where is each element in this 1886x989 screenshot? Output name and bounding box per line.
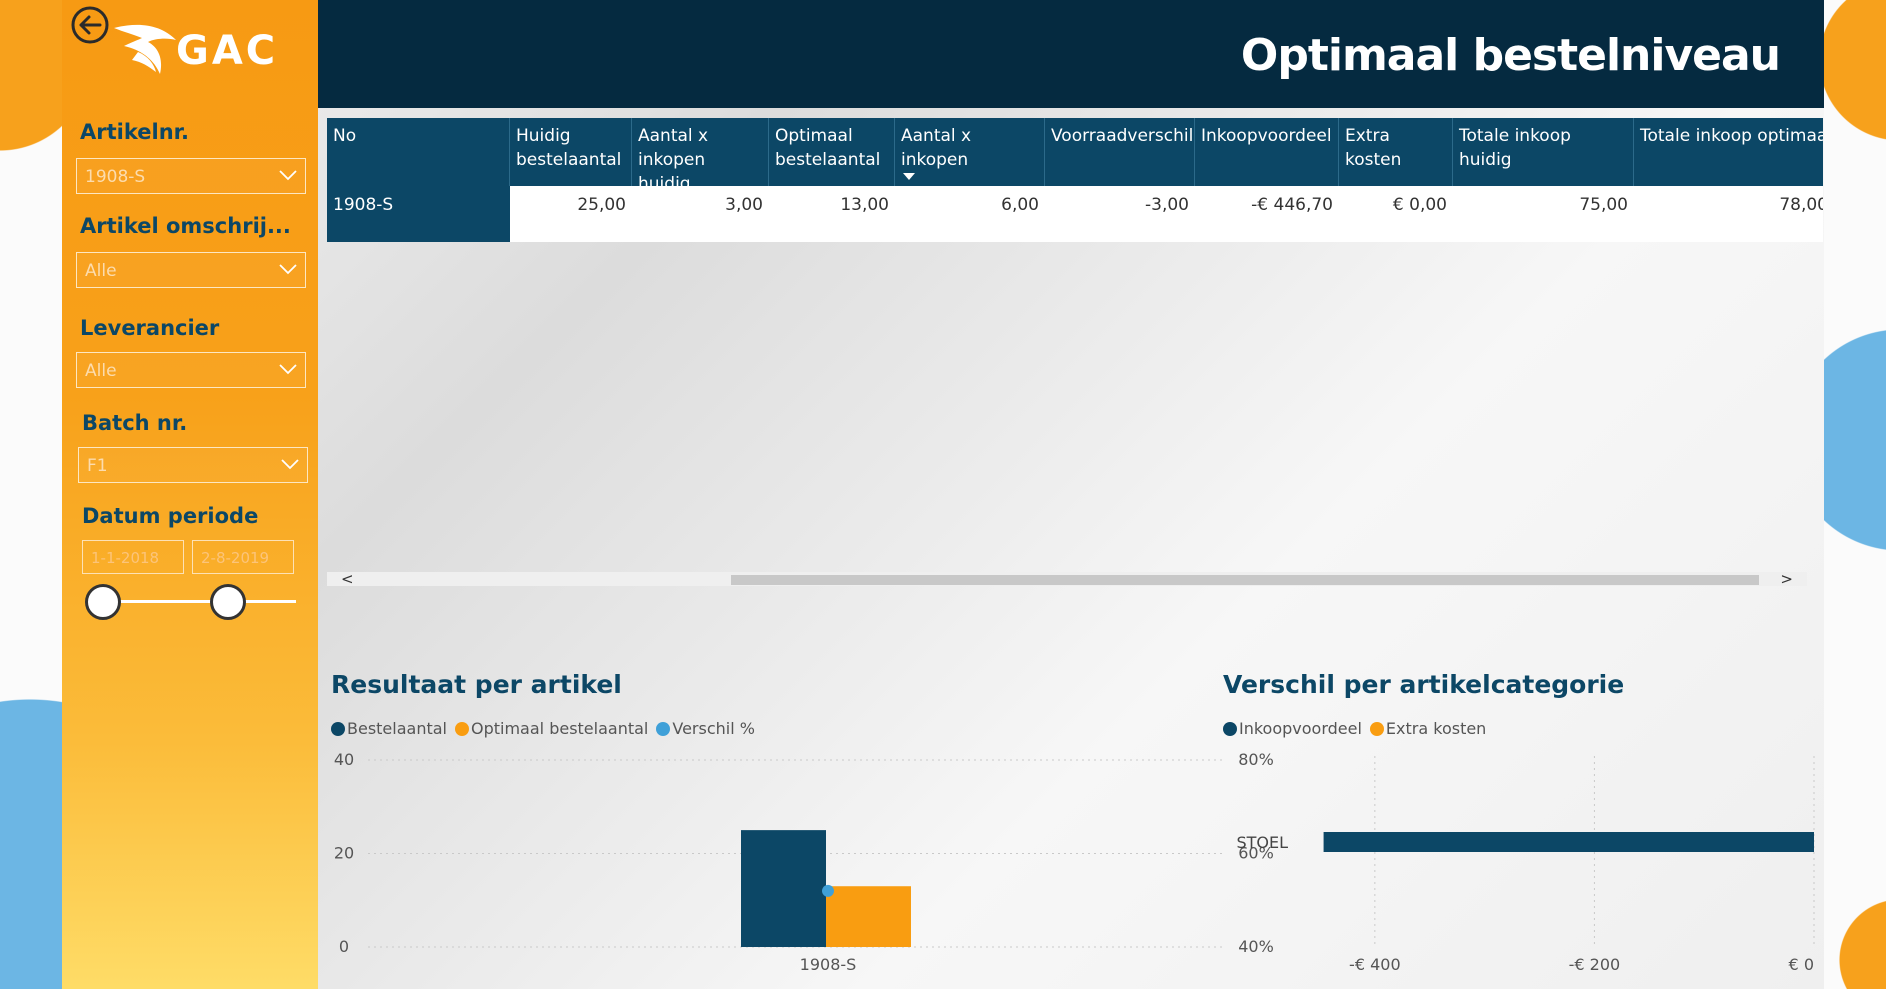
start-date-value: 1-1-2018	[91, 549, 160, 567]
cell-totale-inkoop-huidig: 75,00	[1579, 195, 1628, 215]
cell-inkoopvoordeel: -€ 446,70	[1251, 195, 1333, 215]
leverancier-dropdown-value: Alle	[85, 361, 117, 381]
leverancier-dropdown[interactable]: Alle	[76, 352, 306, 388]
filter-label-batch-nr: Batch nr.	[82, 411, 188, 435]
chart-legend-resultaat: Bestelaantal Optimaal bestelaantal Verschi…	[331, 719, 763, 738]
scrollbar-thumb[interactable]	[731, 575, 1759, 585]
column-header-huidig-bestelaantal[interactable]: Huidig bestelaantal	[510, 118, 632, 186]
chevron-down-icon	[279, 170, 297, 181]
date-range-end-handle[interactable]	[210, 584, 246, 620]
artikelnr-dropdown-value: 1908-S	[85, 167, 146, 187]
report-canvas: GAC Artikelnr. 1908-S Artikel omschrij..…	[62, 0, 1824, 989]
column-header-totale-inkoop-optimaal[interactable]: Totale inkoop optimaal	[1634, 118, 1823, 186]
point-verschil-pct	[822, 884, 834, 897]
start-date-input[interactable]: 1-1-2018	[82, 540, 184, 574]
cell-aantal-inkopen-huidig: 3,00	[725, 195, 763, 215]
y-tick-label: 0	[339, 937, 349, 956]
scroll-right-arrow[interactable]: >	[1780, 570, 1793, 588]
gac-logo-text: GAC	[176, 28, 279, 74]
legend-label-verschil-pct: Verschil %	[672, 719, 755, 738]
cell-optimaal-bestelaantal: 13,00	[840, 195, 889, 215]
y-tick-label: 40	[334, 750, 354, 769]
chevron-down-icon	[279, 364, 297, 375]
column-header-no[interactable]: No	[327, 118, 510, 186]
filter-label-artikelnr: Artikelnr.	[80, 120, 189, 144]
filter-label-artikel-omschrijving: Artikel omschrij...	[80, 214, 291, 238]
end-date-value: 2-8-2019	[201, 549, 270, 567]
legend-dot-icon	[1369, 722, 1384, 736]
chevron-down-icon	[281, 459, 299, 470]
legend-item-bestelaantal[interactable]: Bestelaantal	[331, 719, 447, 738]
legend-dot-icon	[1223, 722, 1237, 736]
resultaat-per-artikel-chart: 40 80%20 60%0 40%1908-S	[334, 750, 1274, 974]
verschil-per-artikelcategorie-chart: -€ 400 -€ 200 € 0 STOEL	[1236, 756, 1815, 974]
scroll-left-arrow[interactable]: <	[341, 570, 354, 588]
x-tick-label: € 0	[1789, 955, 1814, 974]
chart-title-verschil-per-artikelcategorie: Verschil per artikelcategorie	[1223, 670, 1625, 699]
legend-label-optimaal-bestelaantal: Optimaal bestelaantal	[471, 719, 649, 738]
cell-huidig-bestelaantal: 25,00	[577, 195, 626, 215]
column-header-aantal-inkopen[interactable]: Aantal x inkopen	[895, 118, 1045, 186]
legend-dot-icon	[455, 722, 469, 736]
cell-totale-inkoop-optimaal: 78,00	[1779, 195, 1823, 215]
batch-nr-dropdown[interactable]: F1	[78, 447, 308, 483]
y-tick-label: STOEL	[1236, 833, 1288, 852]
column-header-extra-kosten[interactable]: Extra kosten	[1339, 118, 1453, 186]
column-header-optimaal-bestelaantal[interactable]: Optimaal bestelaantal	[769, 118, 895, 186]
column-header-totale-inkoop-huidig[interactable]: Totale inkoop huidig	[1453, 118, 1634, 186]
legend-label-bestelaantal: Bestelaantal	[347, 719, 447, 738]
x-tick-label: 1908-S	[800, 955, 857, 974]
legend-item-optimaal-bestelaantal[interactable]: Optimaal bestelaantal	[455, 719, 648, 738]
page-title: Optimaal bestelniveau	[1240, 30, 1781, 81]
table-row[interactable]: 1908-S 25,00 3,00 13,00 6,00 -3,00 -€ 44…	[327, 186, 1823, 242]
column-header-inkoopvoordeel[interactable]: Inkoopvoordeel	[1195, 118, 1339, 186]
chevron-down-icon	[279, 264, 297, 275]
legend-item-verschil-pct[interactable]: Verschil %	[656, 719, 755, 738]
artikel-omschrijving-dropdown-value: Alle	[85, 261, 117, 281]
cell-no: 1908-S	[327, 186, 510, 242]
order-level-table: No Huidig bestelaantal Aantal x inkopen …	[327, 118, 1823, 242]
column-header-aantal-inkopen-huidig[interactable]: Aantal x inkopen huidig	[632, 118, 769, 194]
bar-inkoopvoordeel	[1323, 832, 1814, 852]
artikelnr-dropdown[interactable]: 1908-S	[76, 158, 306, 194]
y-tick-label: 20	[334, 844, 354, 863]
legend-dot-icon	[656, 722, 671, 736]
report-header: Optimaal bestelniveau	[318, 0, 1824, 108]
filter-label-leverancier: Leverancier	[80, 316, 220, 340]
legend-label-extra-kosten: Extra kosten	[1385, 719, 1487, 738]
x-tick-label: -€ 200	[1569, 955, 1621, 974]
cell-extra-kosten: € 0,00	[1392, 195, 1447, 215]
legend-label-inkoopvoordeel: Inkoopvoordeel	[1239, 719, 1362, 738]
filter-label-datum-periode: Datum periode	[82, 504, 259, 528]
bar-optimaal-bestelaantal	[826, 886, 911, 947]
sort-descending-icon	[903, 173, 915, 180]
legend-dot-icon	[331, 722, 345, 736]
artikel-omschrijving-dropdown[interactable]: Alle	[76, 252, 306, 288]
table-header-row: No Huidig bestelaantal Aantal x inkopen …	[327, 118, 1823, 194]
cell-voorraadverschil: -3,00	[1145, 195, 1189, 215]
column-header-aantal-inkopen-label: Aantal x inkopen	[901, 126, 972, 170]
cell-aantal-inkopen: 6,00	[1001, 195, 1039, 215]
bar-bestelaantal	[741, 830, 826, 947]
filter-sidebar: GAC Artikelnr. 1908-S Artikel omschrij..…	[62, 0, 318, 989]
legend-item-extra-kosten[interactable]: Extra kosten	[1369, 719, 1487, 738]
end-date-input[interactable]: 2-8-2019	[192, 540, 294, 574]
table-horizontal-scrollbar[interactable]: < >	[327, 570, 1807, 588]
column-header-voorraadverschil[interactable]: Voorraadverschil	[1045, 118, 1195, 186]
chart-legend-verschil: Inkoopvoordeel Extra kosten	[1223, 719, 1494, 738]
batch-nr-dropdown-value: F1	[87, 456, 108, 476]
x-tick-label: -€ 400	[1349, 955, 1401, 974]
date-range-start-handle[interactable]	[85, 584, 121, 620]
chart-title-resultaat-per-artikel: Resultaat per artikel	[331, 670, 622, 699]
legend-item-inkoopvoordeel[interactable]: Inkoopvoordeel	[1223, 719, 1362, 738]
